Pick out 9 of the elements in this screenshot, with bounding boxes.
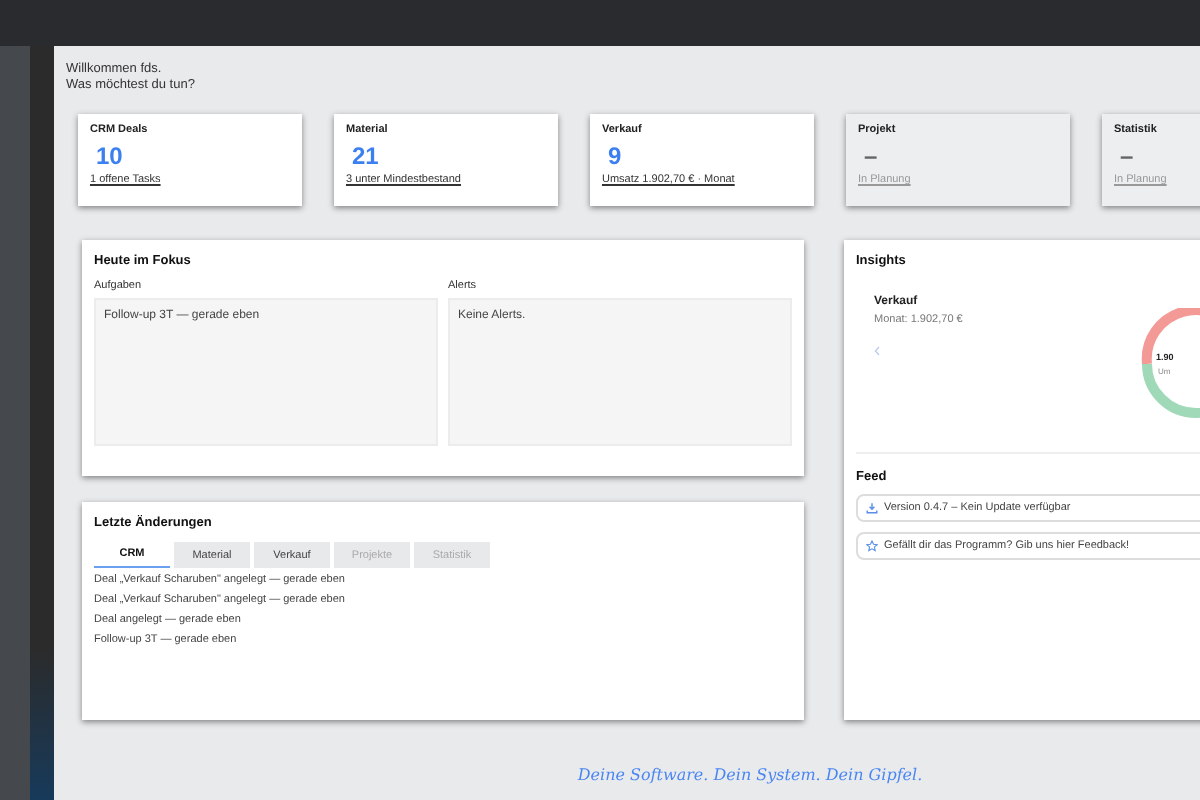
- tagline: Deine Software. Dein System. Dein Gipfel.: [575, 766, 925, 784]
- card-value: 10: [96, 142, 123, 170]
- card-value: –: [1120, 142, 1134, 170]
- download-icon: [866, 502, 878, 514]
- card-value: 21: [352, 142, 379, 170]
- chevron-left-icon[interactable]: [874, 346, 880, 356]
- card-value: 9: [608, 142, 622, 170]
- star-icon: [866, 540, 878, 552]
- card-value: –: [864, 142, 878, 170]
